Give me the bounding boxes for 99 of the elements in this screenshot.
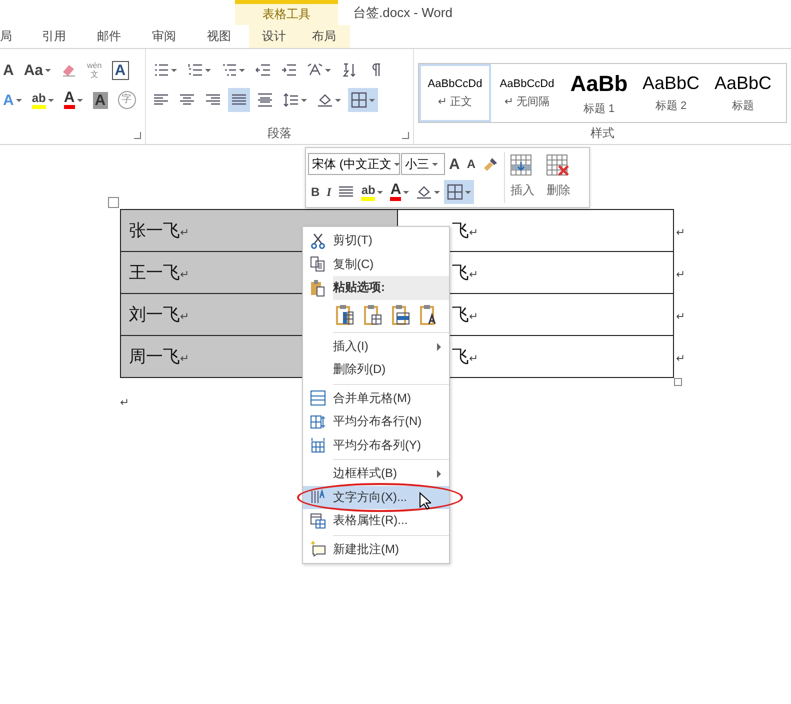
font-name-field[interactable]: 宋体 (中文正文 (308, 153, 400, 175)
text-direction-icon (310, 489, 326, 506)
dialog-launcher-icon[interactable] (134, 132, 141, 139)
multilevel-list-icon (221, 62, 237, 78)
menu-item[interactable]: 边框样式(B) (303, 462, 449, 486)
ribbon-tab[interactable]: 局 (0, 25, 12, 48)
line-spacing-icon (283, 92, 299, 108)
dropdown-arrow-icon (48, 98, 54, 102)
dropdown-arrow-icon (434, 190, 440, 194)
grow-font-button[interactable]: A (0, 58, 17, 82)
paint-bucket-icon (317, 92, 333, 108)
highlight-button[interactable]: ab (28, 88, 57, 112)
new-comment-icon (310, 541, 326, 558)
row-end-mark: ↵ (676, 268, 686, 280)
menu-item[interactable]: 平均分布各列(Y) (303, 434, 449, 457)
font-size-field[interactable]: 小三 (401, 153, 445, 175)
letter-arrows-icon (307, 62, 323, 78)
menu-item[interactable]: 平均分布各行(N) (303, 410, 449, 434)
bulleted-list-icon (153, 62, 169, 78)
dropdown-arrow-icon (301, 98, 307, 102)
borders-icon (447, 184, 464, 200)
borders-button[interactable] (444, 180, 474, 204)
distribute-icon (257, 92, 273, 108)
paragraph-mark: ↵ (120, 396, 130, 409)
font-color-button[interactable]: A (60, 88, 86, 112)
row-end-mark: ↵ (676, 352, 686, 364)
table-resize-handle-icon[interactable] (674, 378, 682, 386)
dropdown-arrow-icon (335, 98, 341, 102)
row-end-mark: ↵ (676, 310, 686, 322)
borders-icon (351, 92, 367, 108)
dialog-launcher-icon[interactable] (402, 132, 409, 139)
borders-button[interactable] (348, 88, 378, 112)
table-rows-icon (310, 414, 326, 430)
menu-item[interactable]: 合并单元格(M) (303, 386, 449, 410)
style-item[interactable]: AaBbC 标题 (707, 64, 779, 122)
dropdown-arrow-icon (377, 190, 384, 194)
ribbon-tab[interactable]: 引用 (42, 25, 66, 48)
scissors-icon (310, 232, 326, 249)
delete-table-button[interactable]: 删除 (540, 152, 577, 203)
highlight-button[interactable]: ab (358, 180, 386, 204)
menu-item[interactable]: 表格属性(R)... (303, 509, 449, 532)
menu-item[interactable]: 新建批注(M) (303, 538, 449, 561)
style-item[interactable]: AaBb 标题 1 (563, 64, 635, 122)
dropdown-arrow-icon (432, 162, 438, 166)
style-item[interactable]: AaBbCcDd ↵ 无间隔 (491, 64, 563, 122)
decrease-indent-icon (255, 62, 271, 78)
dropdown-arrow-icon (465, 190, 472, 194)
ribbon-tab[interactable]: 邮件 (97, 25, 121, 48)
paste-option-icon[interactable] (391, 304, 411, 326)
dropdown-arrow-icon (394, 162, 400, 166)
menu-section-header: 粘贴选项: (333, 276, 449, 300)
eraser-icon (61, 62, 78, 78)
window-title: 台签.docx - Word (353, 4, 452, 22)
context-tab-group-label: 表格工具 (235, 0, 338, 25)
ribbon-tab[interactable]: 设计 (249, 25, 300, 48)
submenu-arrow-icon (437, 342, 441, 350)
dropdown-arrow-icon (171, 68, 177, 72)
ribbon-tab[interactable]: 视图 (207, 25, 231, 48)
group-label: 段落 (268, 126, 292, 140)
sort-icon (341, 62, 357, 78)
dropdown-arrow-icon (45, 68, 52, 72)
table-properties-icon (310, 512, 326, 529)
table-icon (310, 390, 326, 406)
increase-indent-icon (281, 62, 297, 78)
dropdown-arrow-icon (239, 68, 245, 72)
dropdown-arrow-icon (16, 98, 22, 102)
grow-font-button[interactable]: A (446, 152, 463, 176)
style-item[interactable]: AaBbCcDd ↵ 正文 (419, 64, 491, 122)
clipboard-icon (310, 278, 326, 297)
group-label: 样式 (590, 126, 614, 140)
style-item[interactable]: AaBbC 标题 2 (635, 64, 707, 122)
dropdown-arrow-icon (205, 68, 211, 72)
row-end-mark: ↵ (676, 226, 686, 238)
table-delete-icon (546, 154, 572, 178)
bold-button[interactable]: B (308, 180, 323, 204)
shrink-font-button[interactable]: A (464, 152, 479, 176)
ribbon-tab[interactable]: 布局 (300, 25, 350, 48)
copy-icon (310, 256, 326, 272)
menu-item[interactable]: 文字方向(X)... (303, 486, 449, 509)
italic-button[interactable]: I (324, 180, 334, 204)
paste-option-icon[interactable] (335, 304, 355, 326)
paste-option-icon[interactable] (363, 304, 383, 326)
font-color-button[interactable]: A (387, 180, 412, 204)
dropdown-arrow-icon (76, 98, 83, 102)
change-case-button[interactable]: Aa (20, 58, 54, 82)
dropdown-arrow-icon (403, 190, 410, 194)
ribbon-tab[interactable]: 审阅 (152, 25, 176, 48)
mouse-pointer-icon (419, 492, 431, 510)
table-columns-icon (310, 437, 326, 454)
justify-button[interactable] (228, 88, 250, 112)
dropdown-arrow-icon (325, 68, 331, 72)
table-move-handle-icon[interactable] (108, 197, 119, 208)
insert-table-button[interactable]: 插入 (504, 152, 541, 203)
paint-bucket-icon (416, 184, 432, 200)
submenu-arrow-icon (437, 470, 441, 478)
numbered-list-icon (187, 62, 203, 78)
paintbrush-icon (482, 156, 499, 172)
dropdown-arrow-icon (369, 98, 375, 102)
phonetic-button[interactable]: wén 文 (84, 58, 105, 82)
